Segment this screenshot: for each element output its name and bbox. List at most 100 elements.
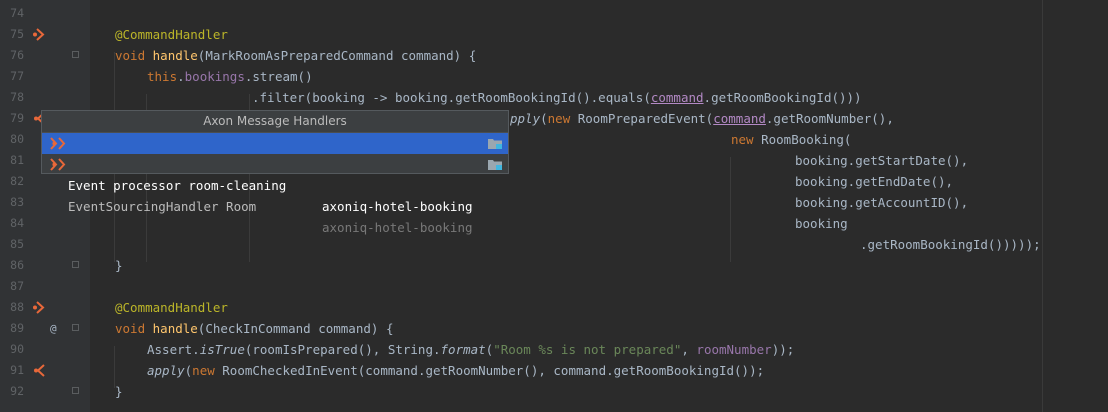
code-line[interactable]: 88 @CommandHandler	[0, 297, 1108, 318]
code-line[interactable]: 75 @CommandHandler	[0, 24, 1108, 45]
code-line[interactable]: 87	[0, 276, 1108, 297]
code-text: pply(new RoomPreparedEvent(command.getRo…	[510, 108, 894, 129]
code-text: }	[115, 381, 123, 402]
code-text: apply(new RoomCheckedInEvent(command.get…	[147, 360, 764, 381]
code-token: new	[192, 363, 223, 378]
code-text: new RoomBooking(	[731, 129, 851, 150]
code-line[interactable]: 85 .getRoomBookingId()))));	[0, 234, 1108, 255]
fold-marker-icon[interactable]	[72, 261, 79, 268]
code-token: (	[540, 111, 548, 126]
line-number: 82	[10, 174, 24, 188]
line-number: 76	[10, 48, 24, 62]
code-token: command	[650, 90, 704, 105]
popup-item-module: axoniq-hotel-booking	[322, 220, 473, 235]
code-line[interactable]: 91 apply(new RoomCheckedInEvent(command.g…	[0, 360, 1108, 381]
line-number: 92	[10, 384, 24, 398]
code-text: booking	[795, 213, 848, 234]
code-text: }	[115, 255, 123, 276]
code-text: .filter(booking -> booking.getRoomBookin…	[252, 87, 862, 108]
code-text: @CommandHandler	[115, 24, 228, 45]
code-line[interactable]: 74	[0, 3, 1108, 24]
code-line[interactable]: 90 Assert.isTrue(roomIsPrepared(), String…	[0, 339, 1108, 360]
code-token: .getRoomBookingId()))	[703, 90, 862, 105]
popup-item-event-processor[interactable]: Event processor room-cleaning axoniq-hot…	[42, 133, 508, 214]
code-token: (roomIsPrepared(), String.	[244, 342, 441, 357]
code-token: "Room %s is not prepared"	[493, 342, 682, 357]
line-number: 80	[10, 132, 24, 146]
popup-item-module: axoniq-hotel-booking	[322, 199, 473, 214]
code-token: apply	[147, 363, 185, 378]
code-text: booking.getAccountID(),	[795, 192, 968, 213]
line-number: 90	[10, 342, 24, 356]
code-token: (CheckInCommand command) {	[197, 321, 394, 336]
code-token: bookings	[184, 69, 245, 84]
axon-publisher-icon[interactable]	[32, 364, 46, 377]
code-token: .	[177, 69, 185, 84]
line-number: 88	[10, 300, 24, 314]
axon-handler-icon[interactable]	[32, 301, 46, 314]
code-line[interactable]: 89 @ void handle(CheckInCommand command) {	[0, 318, 1108, 339]
code-token: booking.getStartDate(),	[795, 153, 969, 168]
code-token: pply	[510, 111, 541, 126]
code-text: booking.getStartDate(),	[795, 150, 968, 171]
code-token: .getRoomBookingId()))));	[860, 237, 1041, 252]
axon-handler-icon	[50, 137, 66, 150]
fold-marker-icon[interactable]	[72, 51, 79, 58]
code-token: isTrue	[199, 342, 245, 357]
code-token: @CommandHandler	[115, 27, 228, 42]
code-token: }	[115, 384, 123, 399]
code-token: Assert.	[147, 342, 200, 357]
line-number: 83	[10, 195, 24, 209]
code-token: RoomBooking(	[761, 132, 852, 147]
axon-message-handlers-popup: Axon Message Handlers Event processor ro…	[41, 110, 509, 235]
code-token: booking	[795, 216, 848, 231]
annotation-marker[interactable]: @	[50, 318, 57, 339]
code-token: RoomPreparedEvent(	[577, 111, 714, 126]
code-token: .stream()	[244, 69, 313, 84]
code-text: Assert.isTrue(roomIsPrepared(), String.f…	[147, 339, 794, 360]
code-text: booking.getEndDate(),	[795, 171, 953, 192]
line-number: 89	[10, 321, 24, 335]
line-number: 74	[10, 6, 24, 20]
code-text: this.bookings.stream()	[147, 66, 313, 87]
code-line[interactable]: 77 this.bookings.stream()	[0, 66, 1108, 87]
code-token: void	[115, 48, 153, 63]
code-text: .getRoomBookingId()))));	[860, 234, 1041, 255]
line-number: 75	[10, 27, 24, 41]
line-number: 85	[10, 237, 24, 251]
code-token: void	[115, 321, 153, 336]
code-token: handle	[152, 321, 198, 336]
code-token: RoomCheckedInEvent(command.getRoomNumber…	[222, 363, 765, 378]
code-token: roomNumber	[696, 342, 772, 357]
code-token: command	[713, 111, 766, 126]
code-line[interactable]: 92}	[0, 381, 1108, 402]
popup-item-label: EventSourcingHandler Room	[68, 199, 257, 214]
axon-handler-icon	[50, 158, 66, 171]
code-token: }	[115, 258, 123, 273]
code-token: booking.getAccountID(),	[795, 195, 969, 210]
fold-marker-icon[interactable]	[72, 387, 79, 394]
line-number: 79	[10, 111, 24, 125]
code-token: ));	[771, 342, 795, 357]
popup-title: Axon Message Handlers	[42, 111, 508, 133]
code-token: ,	[681, 342, 697, 357]
popup-item-label: Event processor room-cleaning	[68, 178, 287, 193]
code-line[interactable]: 78 .filter(booking -> booking.getRoomBook…	[0, 87, 1108, 108]
line-number: 77	[10, 69, 24, 83]
line-number: 81	[10, 153, 24, 167]
popup-item-event-sourcing-handler[interactable]: EventSourcingHandler Room axoniq-hotel-b…	[42, 154, 508, 235]
module-folder-icon	[488, 139, 502, 149]
code-token: (MarkRoomAsPreparedCommand command) {	[197, 48, 477, 63]
line-number: 87	[10, 279, 24, 293]
code-token: .filter(booking -> booking.getRoomBookin…	[252, 90, 651, 105]
code-line[interactable]: 76 void handle(MarkRoomAsPreparedCommand …	[0, 45, 1108, 66]
code-text: void handle(CheckInCommand command) {	[115, 318, 393, 339]
code-token: format	[440, 342, 486, 357]
line-number: 86	[10, 258, 24, 272]
axon-handler-icon[interactable]	[32, 28, 46, 41]
code-token: handle	[152, 48, 198, 63]
code-line[interactable]: 86}	[0, 255, 1108, 276]
fold-marker-icon[interactable]	[72, 324, 79, 331]
code-token: booking.getEndDate(),	[795, 174, 954, 189]
line-number: 91	[10, 363, 24, 377]
